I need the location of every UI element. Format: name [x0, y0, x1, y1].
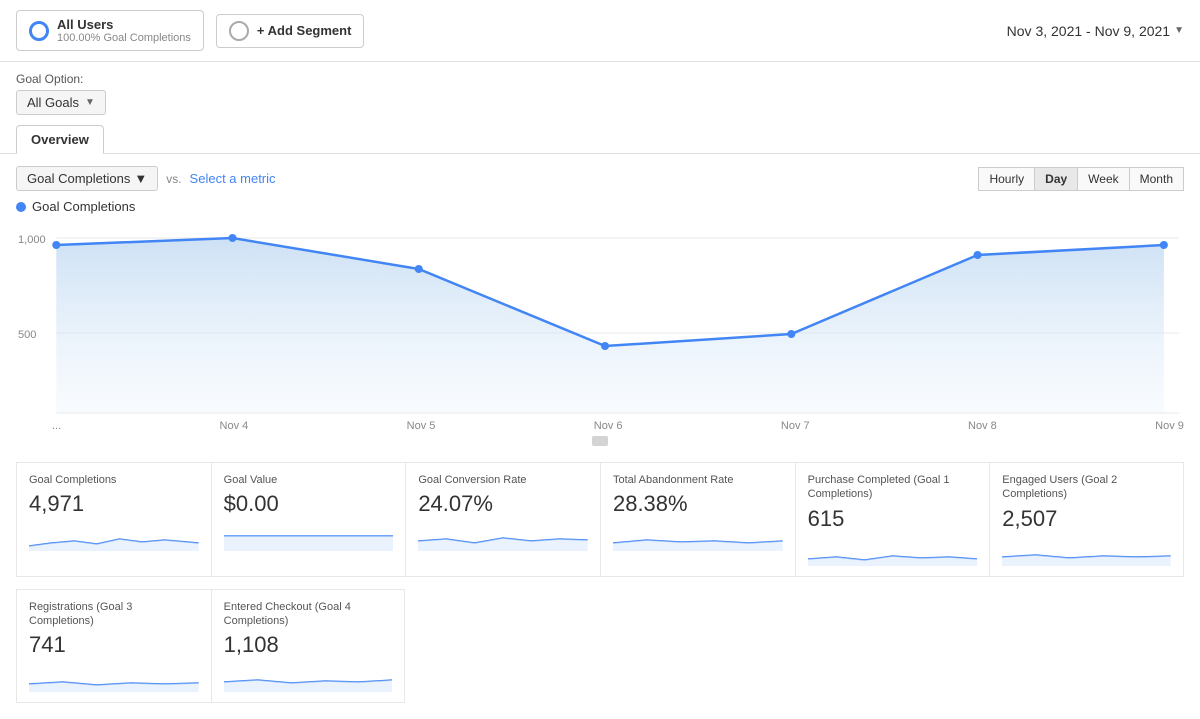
goal-option-value: All Goals: [27, 95, 79, 110]
metric-caret-icon: ▼: [134, 171, 147, 186]
x-label-2: Nov 5: [407, 420, 436, 432]
chart-point: [1160, 241, 1168, 249]
stat-value-1: $0.00: [224, 491, 394, 517]
select-metric-link[interactable]: Select a metric: [190, 171, 276, 186]
chart-point: [52, 241, 60, 249]
stat-card-4: Purchase Completed (Goal 1 Completions) …: [795, 462, 990, 577]
time-btn-hourly[interactable]: Hourly: [978, 167, 1035, 191]
stat-value-5: 2,507: [1002, 506, 1171, 532]
add-segment-label: + Add Segment: [257, 23, 352, 38]
metric-selector: Goal Completions ▼ vs. Select a metric: [16, 166, 276, 191]
top-bar: All Users 100.00% Goal Completions + Add…: [0, 0, 1200, 62]
date-range-arrow-icon: ▼: [1174, 25, 1184, 36]
chart-fill-area: [56, 238, 1164, 413]
stats-section: Goal Completions 4,971 Goal Value $0.00: [0, 446, 1200, 719]
segment-all-users[interactable]: All Users 100.00% Goal Completions: [16, 10, 204, 51]
tabs-row: Overview: [0, 115, 1200, 153]
chart-tooltip-indicator: [16, 436, 1184, 446]
time-btn-month-label: Month: [1140, 172, 1173, 186]
mini-chart-1: [224, 521, 394, 551]
goal-option-row: Goal Option: All Goals ▼: [0, 62, 1200, 115]
time-btn-day[interactable]: Day: [1034, 167, 1078, 191]
stat-label-7: Entered Checkout (Goal 4 Completions): [224, 600, 393, 629]
stat-card-6: Registrations (Goal 3 Completions) 741: [16, 589, 211, 704]
segment-circle-icon: [29, 21, 49, 41]
chart-controls: Goal Completions ▼ vs. Select a metric H…: [16, 166, 1184, 191]
x-label-4: Nov 7: [781, 420, 810, 432]
stat-card-2: Goal Conversion Rate 24.07%: [405, 462, 600, 577]
chart-point: [787, 330, 795, 338]
metric-dropdown[interactable]: Goal Completions ▼: [16, 166, 158, 191]
chart-legend: Goal Completions: [16, 199, 1184, 214]
stat-card-3: Total Abandonment Rate 28.38%: [600, 462, 795, 577]
stat-label-1: Goal Value: [224, 473, 394, 487]
x-label-6: Nov 9: [1155, 420, 1184, 432]
chart-point: [415, 265, 423, 273]
mini-chart-6: [29, 662, 199, 692]
svg-text:1,000: 1,000: [18, 234, 46, 246]
x-label-1: Nov 4: [220, 420, 249, 432]
goal-option-label: Goal Option:: [16, 72, 1184, 86]
vs-text: vs.: [166, 172, 181, 186]
mini-chart-7: [224, 662, 393, 692]
tab-overview-label: Overview: [31, 132, 89, 147]
stat-value-4: 615: [808, 506, 978, 532]
segment-label: All Users: [57, 17, 191, 32]
date-range-text: Nov 3, 2021 - Nov 9, 2021: [1007, 23, 1170, 39]
x-label-3: Nov 6: [594, 420, 623, 432]
stat-label-3: Total Abandonment Rate: [613, 473, 783, 487]
time-btn-week-label: Week: [1088, 172, 1118, 186]
goal-option-dropdown[interactable]: All Goals ▼: [16, 90, 106, 115]
segment-sub: 100.00% Goal Completions: [57, 32, 191, 44]
chart-point: [974, 251, 982, 259]
stat-value-3: 28.38%: [613, 491, 783, 517]
stats-row-1: Goal Completions 4,971 Goal Value $0.00: [16, 462, 1184, 577]
time-btn-day-label: Day: [1045, 172, 1067, 186]
stat-value-6: 741: [29, 632, 199, 658]
stat-card-7: Entered Checkout (Goal 4 Completions) 1,…: [211, 589, 406, 704]
legend-label: Goal Completions: [32, 199, 135, 214]
svg-text:500: 500: [18, 329, 36, 341]
stat-label-5: Engaged Users (Goal 2 Completions): [1002, 473, 1171, 502]
x-axis-labels: ... Nov 4 Nov 5 Nov 6 Nov 7 Nov 8 Nov 9: [16, 418, 1184, 432]
segment-empty-icon: [229, 21, 249, 41]
metric-label: Goal Completions: [27, 171, 130, 186]
stat-card-1: Goal Value $0.00: [211, 462, 406, 577]
chart-point: [601, 342, 609, 350]
mini-chart-4: [808, 536, 978, 566]
stat-card-5: Engaged Users (Goal 2 Completions) 2,507: [989, 462, 1184, 577]
stat-card-0: Goal Completions 4,971: [16, 462, 211, 577]
stats-row-2: Registrations (Goal 3 Completions) 741 E…: [16, 589, 1184, 704]
add-segment-button[interactable]: + Add Segment: [216, 14, 365, 48]
stat-label-2: Goal Conversion Rate: [418, 473, 588, 487]
legend-dot-icon: [16, 202, 26, 212]
chart-section: Goal Completions ▼ vs. Select a metric H…: [0, 153, 1200, 446]
x-label-5: Nov 8: [968, 420, 997, 432]
mini-chart-0: [29, 521, 199, 551]
stat-label-4: Purchase Completed (Goal 1 Completions): [808, 473, 978, 502]
stat-value-7: 1,108: [224, 632, 393, 658]
mini-chart-2: [418, 521, 588, 551]
time-btn-week[interactable]: Week: [1077, 167, 1129, 191]
tab-overview[interactable]: Overview: [16, 125, 104, 154]
stat-value-2: 24.07%: [418, 491, 588, 517]
date-range-picker[interactable]: Nov 3, 2021 - Nov 9, 2021 ▼: [1007, 23, 1184, 39]
time-btn-month[interactable]: Month: [1129, 167, 1184, 191]
main-chart: 1,000 500: [16, 218, 1184, 418]
goal-option-caret-icon: ▼: [85, 97, 95, 108]
stat-label-6: Registrations (Goal 3 Completions): [29, 600, 199, 629]
mini-chart-5: [1002, 536, 1171, 566]
chart-svg: 1,000 500: [16, 218, 1184, 418]
mini-chart-3: [613, 521, 783, 551]
time-buttons: Hourly Day Week Month: [979, 167, 1184, 191]
time-btn-hourly-label: Hourly: [989, 172, 1024, 186]
stat-value-0: 4,971: [29, 491, 199, 517]
segments-row: All Users 100.00% Goal Completions + Add…: [16, 10, 364, 51]
stat-label-0: Goal Completions: [29, 473, 199, 487]
chart-point: [228, 234, 236, 242]
x-label-0: ...: [52, 420, 61, 432]
